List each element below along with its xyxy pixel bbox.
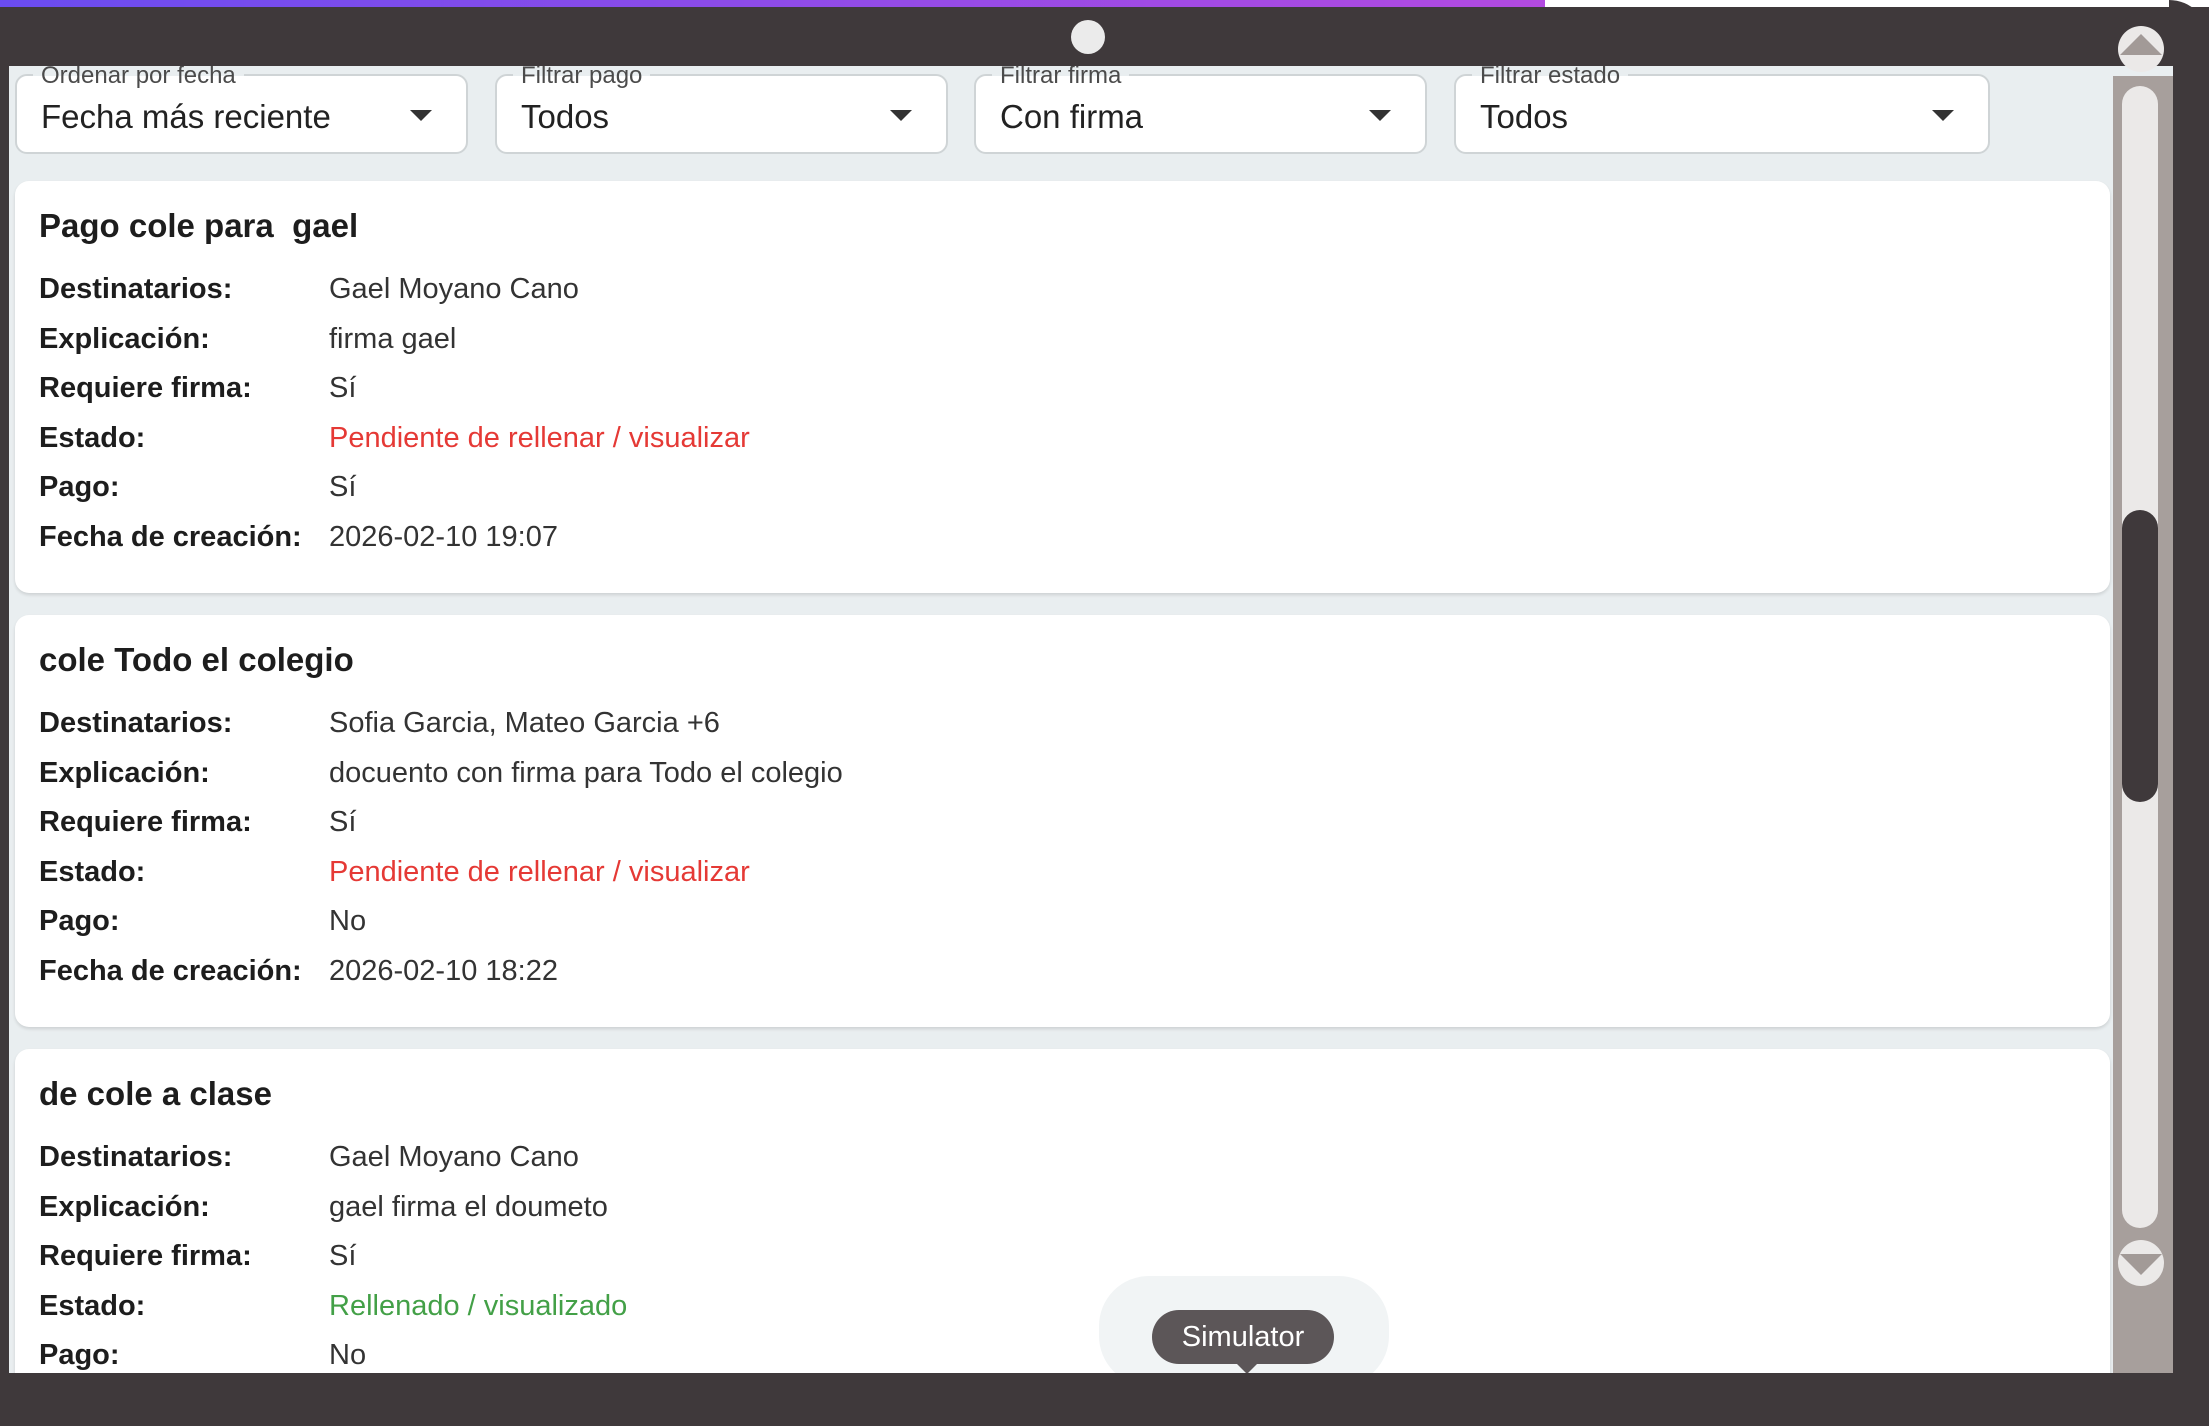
created-value: 2026-02-10 19:07	[329, 520, 558, 553]
payment-filter-value: Todos	[521, 98, 610, 135]
signature-filter-select[interactable]: Filtrar firma Con firma	[974, 66, 1427, 154]
chevron-down-icon	[410, 110, 432, 121]
payment-label: Pago:	[39, 1339, 120, 1372]
signature-row: Requiere firma: Sí	[39, 1232, 2110, 1282]
explanation-row: Explicación: gael firma el doumeto	[39, 1183, 2110, 1233]
payment-value: Sí	[329, 471, 357, 504]
payment-row: Pago: No	[39, 1331, 2110, 1373]
sort-by-date-value: Fecha más reciente	[41, 98, 331, 135]
payment-row: Pago: Sí	[39, 463, 2110, 513]
signature-value: Sí	[329, 806, 357, 839]
signature-value: Sí	[329, 372, 357, 405]
status-value: Rellenado / visualizado	[329, 1289, 628, 1322]
explanation-value: gael firma el doumeto	[329, 1190, 608, 1223]
status-row: Estado: Rellenado / visualizado	[39, 1282, 2110, 1332]
document-title: de cole a clase	[39, 1075, 272, 1112]
explanation-row: Explicación: firma gael	[39, 315, 2110, 365]
sort-by-date-label: Ordenar por fecha	[33, 66, 244, 88]
recipients-label: Destinatarios:	[39, 707, 233, 740]
document-card[interactable]: cole Todo el colegio Destinatarios: Sofi…	[15, 615, 2110, 1027]
created-value: 2026-02-10 18:22	[329, 954, 558, 987]
sort-by-date-select[interactable]: Ordenar por fecha Fecha más reciente	[15, 66, 468, 154]
recipients-row: Destinatarios: Sofia Garcia, Mateo Garci…	[39, 699, 2110, 749]
document-title: cole Todo el colegio	[39, 641, 354, 678]
explanation-label: Explicación:	[39, 322, 210, 355]
created-row: Fecha de creación: 2026-02-10 18:22	[39, 947, 2110, 997]
document-card[interactable]: de cole a clase Destinatarios: Gael Moya…	[15, 1049, 2110, 1373]
status-label: Estado:	[39, 855, 146, 888]
scrollbar-thumb[interactable]	[2122, 510, 2158, 802]
document-list: Pago cole para gael Destinatarios: Gael …	[15, 181, 2110, 1373]
explanation-value: docuento con firma para Todo el colegio	[329, 756, 843, 789]
signature-label: Requiere firma:	[39, 372, 252, 405]
status-value: Pendiente de rellenar / visualizar	[329, 421, 750, 454]
chevron-down-icon	[890, 110, 912, 121]
camera-dot	[1071, 20, 1105, 54]
explanation-label: Explicación:	[39, 1190, 210, 1223]
filter-bar: Ordenar por fecha Fecha más reciente Fil…	[9, 66, 2109, 176]
recipients-label: Destinatarios:	[39, 273, 233, 306]
created-label: Fecha de creación:	[39, 520, 302, 553]
payment-row: Pago: No	[39, 897, 2110, 947]
arrow-up-icon	[2120, 34, 2162, 55]
recipients-row: Destinatarios: Gael Moyano Cano	[39, 1133, 2110, 1183]
signature-label: Requiere firma:	[39, 1240, 252, 1273]
arrow-down-icon	[2120, 1254, 2162, 1275]
recipients-label: Destinatarios:	[39, 1141, 233, 1174]
chevron-down-icon	[1369, 110, 1391, 121]
document-title: Pago cole para gael	[39, 207, 359, 244]
signature-value: Sí	[329, 1240, 357, 1273]
simulator-tooltip: Simulator	[1152, 1310, 1334, 1364]
explanation-value: firma gael	[329, 322, 457, 355]
recipients-value: Gael Moyano Cano	[329, 1141, 579, 1174]
status-label: Estado:	[39, 1289, 146, 1322]
document-card[interactable]: Pago cole para gael Destinatarios: Gael …	[15, 181, 2110, 593]
app-screen: Ordenar por fecha Fecha más reciente Fil…	[9, 66, 2173, 1373]
created-label: Fecha de creación:	[39, 954, 302, 987]
explanation-label: Explicación:	[39, 756, 210, 789]
created-row: Fecha de creación: 2026-02-10 19:07	[39, 513, 2110, 563]
status-row: Estado: Pendiente de rellenar / visualiz…	[39, 414, 2110, 464]
payment-label: Pago:	[39, 471, 120, 504]
top-accent-bar	[0, 0, 1545, 7]
signature-label: Requiere firma:	[39, 806, 252, 839]
recipients-row: Destinatarios: Gael Moyano Cano	[39, 265, 2110, 315]
signature-filter-value: Con firma	[1000, 98, 1144, 135]
recipients-value: Gael Moyano Cano	[329, 273, 579, 306]
payment-value: No	[329, 1339, 367, 1372]
payment-label: Pago:	[39, 905, 120, 938]
recipients-value: Sofia Garcia, Mateo Garcia +6	[329, 707, 720, 740]
payment-value: No	[329, 905, 367, 938]
explanation-row: Explicación: docuento con firma para Tod…	[39, 749, 2110, 799]
payment-filter-label: Filtrar pago	[513, 66, 651, 88]
signature-row: Requiere firma: Sí	[39, 364, 2110, 414]
tooltip-tail	[1235, 1362, 1259, 1373]
chevron-down-icon	[1932, 110, 1954, 121]
status-filter-value: Todos	[1480, 98, 1569, 135]
status-filter-select[interactable]: Filtrar estado Todos	[1454, 66, 1990, 154]
status-row: Estado: Pendiente de rellenar / visualiz…	[39, 848, 2110, 898]
status-label: Estado:	[39, 421, 146, 454]
payment-filter-select[interactable]: Filtrar pago Todos	[495, 66, 948, 154]
signature-row: Requiere firma: Sí	[39, 798, 2110, 848]
signature-filter-label: Filtrar firma	[992, 66, 1130, 88]
device-bezel-corner	[2169, 0, 2209, 60]
status-filter-label: Filtrar estado	[1472, 66, 1629, 88]
status-value: Pendiente de rellenar / visualizar	[329, 855, 750, 888]
top-accent-bar-rest	[1545, 0, 2209, 7]
